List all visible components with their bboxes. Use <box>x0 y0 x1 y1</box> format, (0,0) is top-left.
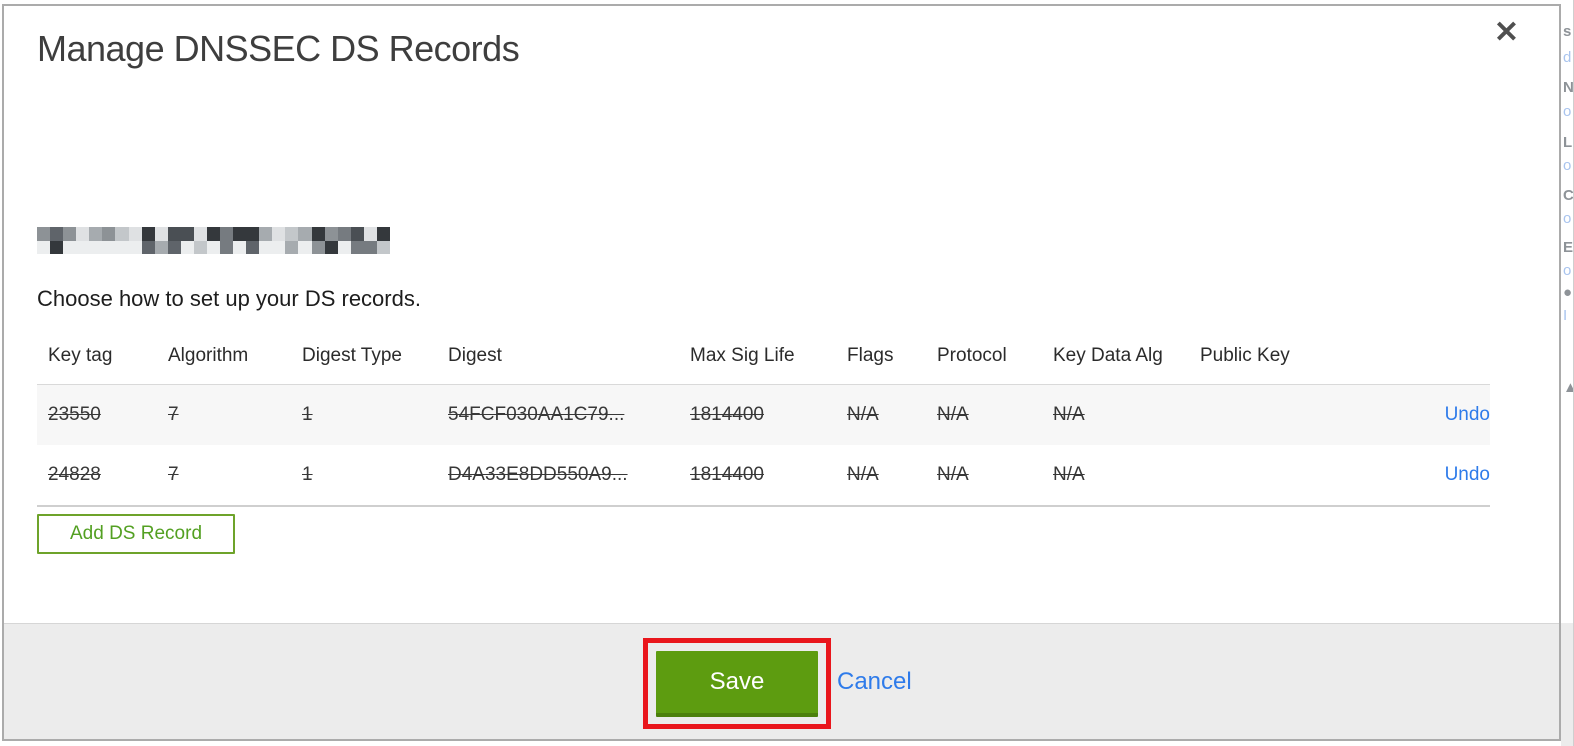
background-text-fragment: o <box>1563 210 1572 227</box>
cell-digest-type: 1 <box>302 404 313 425</box>
manage-dnssec-dialog: Manage DNSSEC DS Records ✕ Choose how to… <box>2 4 1561 741</box>
background-text-fragment: d <box>1563 49 1572 66</box>
cell-flags: N/A <box>847 464 879 485</box>
dialog-title: Manage DNSSEC DS Records <box>37 28 520 69</box>
background-text-fragment: s <box>1563 23 1572 40</box>
background-text-fragment: ● <box>1563 284 1573 301</box>
table-header-row: Key tag Algorithm Digest Type Digest Max… <box>37 336 1490 385</box>
table-row: 23550 7 1 54FCF030AA1C79... 1814400 N/A … <box>37 384 1490 445</box>
cell-algorithm: 7 <box>168 464 179 485</box>
save-button[interactable]: Save <box>656 650 818 717</box>
background-footer-block <box>1561 623 1573 746</box>
cell-protocol: N/A <box>937 404 969 425</box>
background-text-fragment: L <box>1563 134 1573 151</box>
col-key-tag: Key tag <box>37 336 157 385</box>
screen: sdNoLoCoEo●I▲ Manage DNSSEC DS Records ✕… <box>0 0 1574 746</box>
col-protocol: Protocol <box>926 336 1042 385</box>
col-max-sig-life: Max Sig Life <box>679 336 836 385</box>
col-public-key: Public Key <box>1189 336 1339 385</box>
cell-key-data-alg: N/A <box>1053 464 1085 485</box>
table-row: 24828 7 1 D4A33E8DD550A9... 1814400 N/A … <box>37 445 1490 507</box>
cell-key-data-alg: N/A <box>1053 404 1085 425</box>
background-text-fragment: o <box>1563 157 1572 174</box>
cell-algorithm: 7 <box>168 404 179 425</box>
dialog-footer: Save Cancel <box>4 623 1559 739</box>
undo-link[interactable]: Undo <box>1445 464 1490 485</box>
annotation-highlight-rect: Save <box>643 638 831 729</box>
background-text-fragment: I <box>1563 307 1568 324</box>
background-text-fragment: C <box>1563 187 1574 204</box>
col-digest-type: Digest Type <box>291 336 437 385</box>
close-icon[interactable]: ✕ <box>1494 18 1519 48</box>
background-text-fragment: ▲ <box>1563 380 1573 395</box>
cell-key-tag: 23550 <box>48 404 101 425</box>
ds-records-table: Key tag Algorithm Digest Type Digest Max… <box>37 336 1490 507</box>
add-ds-record-button[interactable]: Add DS Record <box>37 514 236 554</box>
col-flags: Flags <box>836 336 926 385</box>
background-text-fragment: N <box>1563 79 1574 96</box>
background-text-fragment: o <box>1563 262 1572 279</box>
cell-digest-type: 1 <box>302 464 313 485</box>
background-text-fragment: o <box>1563 103 1572 120</box>
cell-protocol: N/A <box>937 464 969 485</box>
cell-max-sig-life: 1814400 <box>690 464 764 485</box>
cell-key-tag: 24828 <box>48 464 101 485</box>
cell-flags: N/A <box>847 404 879 425</box>
background-text-fragment: E <box>1563 239 1574 256</box>
col-key-data-alg: Key Data Alg <box>1042 336 1189 385</box>
col-digest: Digest <box>437 336 679 385</box>
cancel-link[interactable]: Cancel <box>837 668 912 696</box>
undo-link[interactable]: Undo <box>1445 404 1490 425</box>
col-action <box>1339 336 1490 385</box>
cell-max-sig-life: 1814400 <box>690 404 764 425</box>
cell-digest: 54FCF030AA1C79... <box>448 404 625 425</box>
cell-digest: D4A33E8DD550A9... <box>448 464 628 485</box>
background-page-strip: sdNoLoCoEo●I▲ <box>1561 0 1574 746</box>
col-algorithm: Algorithm <box>157 336 291 385</box>
dialog-subtitle: Choose how to set up your DS records. <box>37 286 421 311</box>
redacted-domain-name <box>37 227 390 254</box>
